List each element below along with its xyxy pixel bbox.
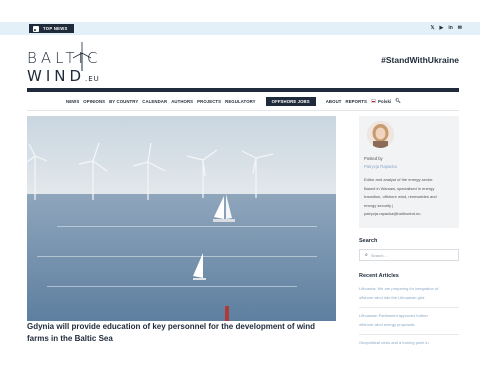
author-box: Posted by Patrycja Rapacka Editor and an… — [359, 116, 459, 228]
author-portrait-icon — [367, 121, 394, 148]
author-email[interactable]: patrycja.rapacka@balticwind.eu — [364, 210, 454, 219]
recent-article-line: offshore wind energy proposals — [359, 321, 415, 327]
nav-calendar[interactable]: CALENDAR — [142, 99, 167, 104]
author-bio-line: transition, offshore wind, renewables an… — [364, 194, 437, 199]
youtube-icon[interactable]: ▶ — [439, 24, 443, 33]
author-bio: Editor and analyst of the energy sector.… — [364, 176, 454, 219]
nav-news[interactable]: NEWS — [66, 99, 79, 104]
top-news-label: TOP NEWS — [43, 26, 68, 31]
recent-article-line: Lithuania: We are preparing for integrat… — [359, 286, 439, 291]
article-headline[interactable]: Gdynia will provide education of key per… — [27, 321, 336, 345]
posted-by-label: Posted by — [364, 156, 383, 161]
header-divider — [27, 110, 459, 111]
language-switcher[interactable]: Polski — [371, 99, 391, 104]
hero-image[interactable] — [27, 116, 336, 321]
search-icon[interactable]: 🔍︎ — [395, 98, 401, 104]
logo-line-1: BALTIC — [27, 49, 102, 67]
nav-reports[interactable]: REPORTS — [346, 99, 367, 104]
nav-projects[interactable]: PROJECTS — [197, 99, 221, 104]
recent-articles-heading: Recent Articles — [359, 273, 399, 279]
nav-by-country[interactable]: BY COUNTRY — [109, 99, 138, 104]
site-logo[interactable]: BALTIC WIND.EU — [27, 41, 137, 86]
rss-icon — [33, 25, 39, 32]
top-bar: TOP NEWS 𝕏 ▶ in ✉ — [0, 22, 480, 35]
nav-offshore-jobs-button[interactable]: OFFSHORE JOBS — [265, 96, 316, 106]
search-input[interactable] — [370, 252, 451, 258]
author-bio-line: energy security | — [364, 202, 394, 208]
search-box: ⌕ — [359, 249, 459, 261]
author-bio-line: Based in Warsaw, specialised in energy — [364, 185, 435, 191]
recent-article-link[interactable]: Geopolitical crisis and a turning point … — [359, 339, 459, 353]
recent-article-link[interactable]: Lithuania: We are preparing for integrat… — [359, 285, 459, 308]
nav-about[interactable]: ABOUT — [326, 99, 342, 104]
mail-icon[interactable]: ✉ — [458, 24, 462, 33]
author-name-link[interactable]: Patrycja Rapacka — [364, 164, 454, 169]
recent-article-line: Lithuanian Parliament approves further — [359, 313, 428, 318]
search-heading: Search — [359, 238, 378, 244]
logo-suffix: .EU — [85, 75, 100, 83]
author-bio-line: Editor and analyst of the energy sector. — [364, 177, 434, 182]
top-news-button[interactable]: TOP NEWS — [29, 24, 74, 33]
logo-line-2: WIND.EU — [27, 67, 100, 85]
nav-authors[interactable]: AUTHORS — [171, 99, 193, 104]
hashtag-banner[interactable]: #StandWithUkraine — [381, 55, 459, 65]
poland-flag-icon — [371, 99, 376, 103]
linkedin-icon[interactable]: in — [448, 24, 452, 33]
recent-article-line: offshore wind into the Lithuanian grid — [359, 294, 425, 300]
language-label: Polski — [378, 98, 392, 104]
recent-article-line: Geopolitical crisis and a turning point … — [359, 340, 429, 345]
offshore-wind-farm-photo — [27, 116, 336, 321]
twitter-icon[interactable]: 𝕏 — [430, 24, 434, 33]
nav-regulatory[interactable]: REGULATORY — [225, 99, 256, 104]
author-avatar[interactable] — [367, 121, 394, 148]
search-field-icon: ⌕ — [365, 252, 368, 258]
recent-article-link[interactable]: Lithuanian Parliament approves further o… — [359, 312, 459, 335]
nav-top-border — [27, 88, 459, 92]
main-nav: NEWS OPINIONS BY COUNTRY CALENDAR AUTHOR… — [66, 96, 401, 106]
recent-articles-list: Lithuania: We are preparing for integrat… — [359, 285, 459, 357]
nav-opinions[interactable]: OPINIONS — [83, 99, 105, 104]
social-links: 𝕏 ▶ in ✉ — [430, 24, 462, 33]
